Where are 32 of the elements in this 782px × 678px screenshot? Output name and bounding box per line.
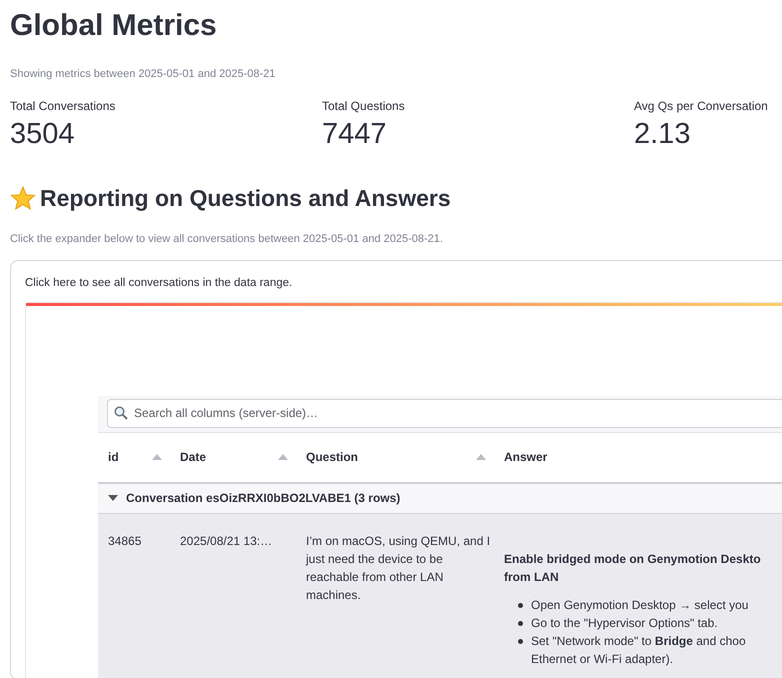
column-header[interactable]: Question: [306, 448, 358, 466]
metric-value: 3504: [10, 116, 75, 152]
section-title: Reporting on Questions and Answers: [40, 184, 451, 213]
table-cell-text: I’m on macOS, using QEMU, and I just need the device to be reachable from other LAN machines.: [306, 532, 492, 604]
answer-bullet: Open Genymotion Desktop → select you: [531, 596, 748, 614]
metric-value: 2.13: [634, 116, 690, 152]
caret-icon: [108, 495, 118, 502]
group-label: Conversation esOizRRXI0bBO2LVABE1 (3 rows): [126, 490, 400, 508]
bullet-icon: [518, 620, 523, 626]
bullet-icon: [518, 638, 523, 644]
column-header[interactable]: id: [108, 448, 119, 466]
page-title: Global Metrics: [10, 8, 217, 44]
sort-icon[interactable]: [152, 454, 162, 460]
metric-label: Avg Qs per Conversation: [634, 98, 768, 114]
expander-header[interactable]: Click here to see all conversations in the data range.: [25, 274, 292, 292]
star-icon: [10, 186, 36, 210]
metric-label: Total Conversations: [10, 98, 116, 114]
metric-value: 7447: [322, 116, 387, 152]
bullet-icon: [518, 602, 523, 608]
table-cell: 2025/08/21 13:…: [180, 534, 272, 548]
sort-icon[interactable]: [476, 454, 486, 460]
section-caption: Click the expander below to view all conversations between 2025-05-01 and 2025-08-21.: [10, 232, 443, 247]
search-field[interactable]: Search all columns (server-side)…: [107, 398, 782, 428]
column-header[interactable]: Answer: [504, 448, 548, 466]
sort-icon[interactable]: [278, 454, 288, 460]
answer-bullet: Go to the "Hypervisor Options" tab.: [531, 614, 718, 632]
answer-bullet: Set "Network mode" to Bridge and choo Ethernet or Wi-Fi adapter).: [531, 632, 746, 668]
column-header[interactable]: Date: [180, 448, 206, 466]
answer-heading: Enable bridged mode on Genymotion Deskto from LAN: [504, 550, 762, 586]
date-range-caption: Showing metrics between 2025-05-01 and 2025-08-21: [10, 67, 276, 82]
table-cell: 34865: [108, 534, 142, 548]
metric-label: Total Questions: [322, 98, 405, 114]
